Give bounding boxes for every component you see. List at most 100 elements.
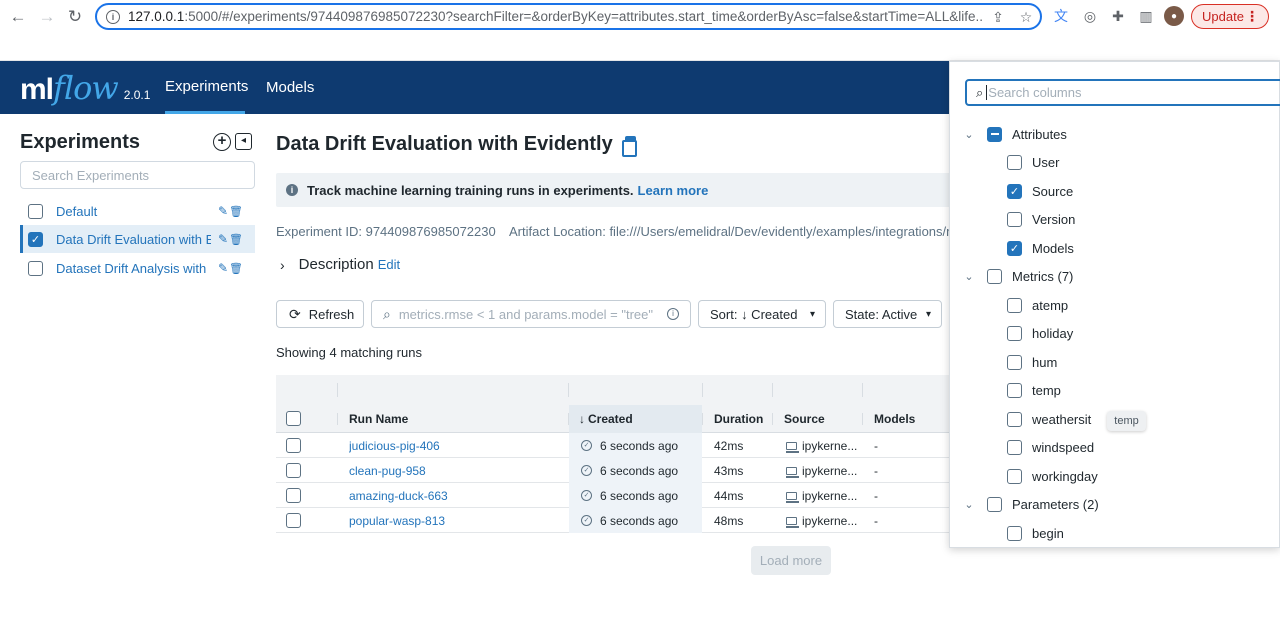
source-value: ipykerne... bbox=[802, 488, 858, 503]
header-created[interactable]: ↓ Created bbox=[569, 405, 702, 433]
column-checkbox[interactable] bbox=[1007, 525, 1022, 541]
experiment-checkbox[interactable] bbox=[28, 203, 43, 219]
table-row[interactable]: clean-pug-958 ✓ 6 seconds ago 43ms ipyker… bbox=[276, 458, 949, 483]
trash-icon[interactable]: 🗑 bbox=[229, 233, 243, 246]
models-cell: - bbox=[874, 463, 878, 478]
column-checkbox[interactable]: ✓ bbox=[1007, 240, 1022, 256]
tab-experiments[interactable]: Experiments bbox=[165, 61, 248, 114]
column-checkbox[interactable] bbox=[1007, 439, 1022, 455]
trash-icon[interactable]: 🗑 bbox=[229, 262, 243, 275]
search-info-icon[interactable]: i bbox=[667, 308, 679, 320]
column-option[interactable]: atemp bbox=[1007, 293, 1068, 317]
reload-icon[interactable]: ↻ bbox=[64, 6, 86, 28]
tree-group-metrics[interactable]: ⌄ Metrics (7) bbox=[962, 264, 1073, 288]
profile-avatar-icon[interactable]: ● bbox=[1164, 6, 1184, 26]
trash-icon[interactable]: 🗑 bbox=[229, 205, 243, 218]
column-option[interactable]: begin bbox=[1007, 521, 1064, 545]
search-columns-input[interactable]: ⌕ Search columns bbox=[965, 79, 1280, 106]
sort-dropdown[interactable]: Sort: ↓ Created ▾ bbox=[698, 300, 826, 328]
tree-group-attributes[interactable]: ⌄ Attributes bbox=[962, 122, 1067, 146]
refresh-button[interactable]: ⟳ Refresh bbox=[276, 300, 364, 328]
group-checkbox[interactable] bbox=[987, 268, 1002, 284]
run-name-link[interactable]: judicious-pig-406 bbox=[349, 433, 559, 458]
column-checkbox[interactable] bbox=[1007, 297, 1022, 313]
column-option[interactable]: hum bbox=[1007, 350, 1057, 374]
experiment-checkbox[interactable] bbox=[28, 260, 43, 276]
column-option[interactable]: windspeed bbox=[1007, 435, 1094, 459]
experiment-checkbox[interactable]: ✓ bbox=[28, 231, 43, 247]
table-row[interactable]: popular-wasp-813 ✓ 6 seconds ago 48ms ipy… bbox=[276, 508, 949, 533]
column-option[interactable]: workingday bbox=[1007, 464, 1098, 488]
add-experiment-icon[interactable]: + bbox=[213, 133, 231, 151]
translate-icon[interactable]: 文 bbox=[1051, 6, 1071, 26]
search-experiments-input[interactable]: Search Experiments bbox=[20, 161, 255, 189]
created-value: 6 seconds ago bbox=[600, 513, 679, 528]
extensions-puzzle-icon[interactable]: ✚ bbox=[1108, 6, 1128, 26]
group-checkbox[interactable] bbox=[987, 496, 1002, 512]
header-source[interactable]: Source bbox=[784, 405, 862, 433]
column-checkbox[interactable] bbox=[1007, 382, 1022, 398]
state-dropdown[interactable]: State: Active ▾ bbox=[833, 300, 942, 328]
description-edit-link[interactable]: Edit bbox=[378, 257, 400, 272]
created-cell: ✓ 6 seconds ago bbox=[569, 508, 702, 533]
run-name-link[interactable]: amazing-duck-663 bbox=[349, 483, 559, 508]
edit-pencil-icon[interactable]: ✎ bbox=[218, 261, 228, 275]
row-checkbox[interactable] bbox=[286, 513, 301, 528]
forward-icon[interactable]: → bbox=[36, 6, 58, 28]
column-checkbox[interactable] bbox=[1007, 211, 1022, 227]
column-option[interactable]: ✓ Models bbox=[1007, 236, 1074, 260]
grammarly-icon[interactable]: ◎ bbox=[1080, 6, 1100, 26]
column-option[interactable]: temp bbox=[1007, 378, 1061, 402]
table-row[interactable]: amazing-duck-663 ✓ 6 seconds ago 44ms ipy… bbox=[276, 483, 949, 508]
chevron-down-icon[interactable]: ⌄ bbox=[962, 498, 976, 511]
collapse-sidebar-icon[interactable]: ◂ bbox=[235, 133, 252, 150]
column-option[interactable]: Version bbox=[1007, 207, 1075, 231]
chevron-right-icon[interactable]: › bbox=[280, 257, 285, 273]
group-checkbox[interactable] bbox=[987, 126, 1002, 142]
sidebar-item-dataset-drift[interactable]: Dataset Drift Analysis with ... ✎ 🗑 bbox=[20, 254, 255, 282]
site-info-icon[interactable]: i bbox=[106, 9, 120, 24]
column-option[interactable]: User bbox=[1007, 150, 1059, 174]
column-checkbox[interactable] bbox=[1007, 411, 1022, 427]
chevron-down-icon[interactable]: ⌄ bbox=[962, 128, 976, 141]
sidebar-item-default[interactable]: Default ✎ 🗑 bbox=[20, 197, 255, 225]
sidebar-item-data-drift[interactable]: ✓ Data Drift Evaluation with E... ✎ 🗑 bbox=[20, 225, 255, 253]
chevron-down-icon[interactable]: ⌄ bbox=[962, 270, 976, 283]
header-duration[interactable]: Duration bbox=[714, 405, 772, 433]
column-checkbox[interactable] bbox=[1007, 154, 1022, 170]
row-checkbox[interactable] bbox=[286, 463, 301, 478]
row-checkbox[interactable] bbox=[286, 438, 301, 453]
laptop-icon bbox=[786, 491, 799, 503]
column-checkbox[interactable] bbox=[1007, 325, 1022, 341]
column-checkbox[interactable]: ✓ bbox=[1007, 183, 1022, 199]
header-run-name[interactable]: Run Name bbox=[349, 405, 559, 433]
header-models[interactable]: Models bbox=[874, 405, 944, 433]
column-label: begin bbox=[1032, 525, 1064, 541]
column-option[interactable]: weathersit bbox=[1007, 407, 1091, 431]
column-option[interactable]: ✓ Source bbox=[1007, 179, 1073, 203]
browser-update-button[interactable]: Update ⋮ bbox=[1191, 4, 1269, 29]
learn-more-link[interactable]: Learn more bbox=[638, 183, 709, 198]
column-checkbox[interactable] bbox=[1007, 468, 1022, 484]
tree-group-parameters[interactable]: ⌄ Parameters (2) bbox=[962, 492, 1099, 516]
copy-icon[interactable] bbox=[621, 136, 637, 157]
share-icon[interactable]: ⇪ bbox=[990, 9, 1006, 25]
address-bar[interactable]: i 127.0.0.1:5000/#/experiments/974409876… bbox=[95, 3, 1042, 30]
table-row[interactable]: judicious-pig-406 ✓ 6 seconds ago 42ms ip… bbox=[276, 433, 949, 458]
load-more-button[interactable]: Load more bbox=[751, 546, 831, 575]
edit-pencil-icon[interactable]: ✎ bbox=[218, 204, 228, 218]
edit-pencil-icon[interactable]: ✎ bbox=[218, 232, 228, 246]
tab-models[interactable]: Models bbox=[266, 61, 314, 114]
row-checkbox[interactable] bbox=[286, 488, 301, 503]
run-name-link[interactable]: clean-pug-958 bbox=[349, 458, 559, 483]
bookmark-star-icon[interactable]: ☆ bbox=[1018, 9, 1034, 25]
run-name-link[interactable]: popular-wasp-813 bbox=[349, 508, 559, 533]
select-all-checkbox[interactable] bbox=[286, 411, 301, 426]
side-panel-icon[interactable]: ▥ bbox=[1136, 6, 1156, 26]
description-section[interactable]: › Description Edit bbox=[280, 256, 400, 273]
back-icon[interactable]: ← bbox=[7, 6, 29, 28]
column-option[interactable]: holiday bbox=[1007, 321, 1073, 345]
mlflow-logo[interactable]: ml flow 2.0.1 bbox=[20, 69, 150, 107]
search-runs-input[interactable]: ⌕ metrics.rmse < 1 and params.model = "t… bbox=[371, 300, 691, 328]
column-checkbox[interactable] bbox=[1007, 354, 1022, 370]
